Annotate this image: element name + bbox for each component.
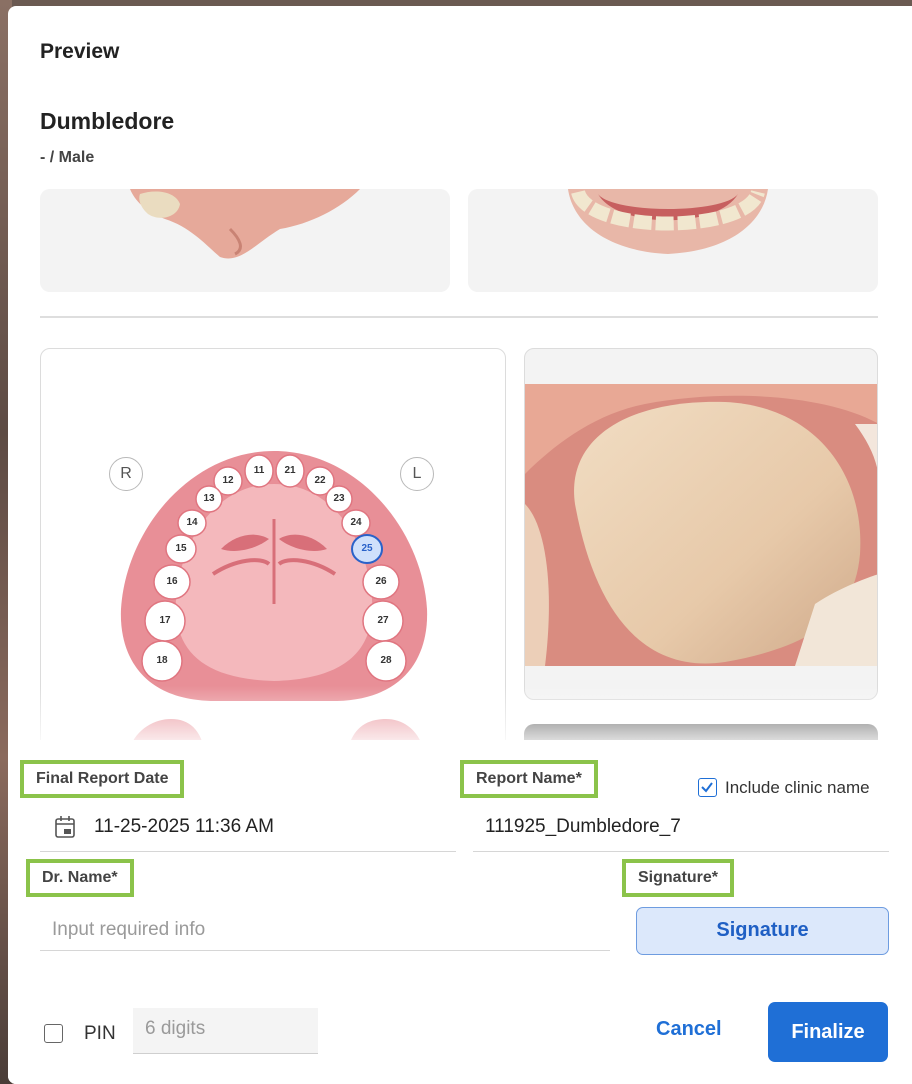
tooth-28[interactable]: 28 bbox=[373, 654, 399, 668]
signature-button[interactable]: Signature bbox=[636, 907, 889, 955]
pin-input[interactable]: 6 digits bbox=[133, 1008, 318, 1054]
tooth-23[interactable]: 23 bbox=[326, 492, 352, 506]
include-clinic-label[interactable]: Include clinic name bbox=[725, 778, 870, 798]
preview-dialog: Preview Dumbledore - / Male R L 11 12 13… bbox=[8, 6, 912, 1084]
signature-label: Signature* bbox=[622, 859, 735, 897]
calendar-icon[interactable] bbox=[54, 815, 76, 839]
dr-name-underline bbox=[40, 950, 610, 951]
tooth-21[interactable]: 21 bbox=[277, 464, 303, 478]
final-report-date-value[interactable]: 11-25-2025 11:36 AM bbox=[94, 816, 274, 838]
tooth-25-selected[interactable]: 25 bbox=[354, 542, 380, 556]
section-divider bbox=[40, 316, 878, 318]
tooth-15[interactable]: 15 bbox=[168, 542, 194, 556]
tooth-27[interactable]: 27 bbox=[370, 614, 396, 628]
date-underline bbox=[40, 851, 456, 852]
report-form: Final Report Date 11-25-2025 11:36 AM Re… bbox=[8, 740, 912, 1084]
report-name-underline bbox=[473, 851, 889, 852]
pin-checkbox[interactable] bbox=[44, 1024, 63, 1043]
tooth-24[interactable]: 24 bbox=[343, 516, 369, 530]
dialog-title: Preview bbox=[40, 40, 120, 63]
report-name-label: Report Name* bbox=[460, 760, 598, 798]
patient-name: Dumbledore bbox=[40, 108, 175, 134]
scan-image-upper bbox=[468, 189, 878, 292]
tooth-11[interactable]: 11 bbox=[246, 464, 272, 478]
tooth-17[interactable]: 17 bbox=[152, 614, 178, 628]
dr-name-label: Dr. Name* bbox=[26, 859, 134, 897]
intraoral-photo-card bbox=[524, 348, 878, 700]
finalize-button[interactable]: Finalize bbox=[768, 1002, 888, 1062]
tooth-13[interactable]: 13 bbox=[196, 492, 222, 506]
final-report-date-label: Final Report Date bbox=[20, 760, 185, 798]
cancel-button[interactable]: Cancel bbox=[656, 1018, 722, 1041]
tooth-12[interactable]: 12 bbox=[215, 474, 241, 488]
tooth-14[interactable]: 14 bbox=[179, 516, 205, 530]
dr-name-input[interactable]: Input required info bbox=[52, 919, 205, 941]
report-name-input[interactable]: 111925_Dumbledore_7 bbox=[485, 816, 681, 838]
include-clinic-checkbox[interactable] bbox=[698, 778, 717, 797]
check-icon bbox=[701, 782, 713, 793]
tooth-18[interactable]: 18 bbox=[149, 654, 175, 668]
tooth-26[interactable]: 26 bbox=[368, 575, 394, 589]
preview-scroll-area[interactable]: R L 11 12 13 14 15 16 17 18 21 22 23 24 … bbox=[8, 189, 912, 749]
patient-meta: - / Male bbox=[40, 149, 95, 166]
tooth-22[interactable]: 22 bbox=[307, 474, 333, 488]
scan-image-lower bbox=[40, 189, 450, 292]
tooth-16[interactable]: 16 bbox=[159, 575, 185, 589]
intraoral-photo bbox=[525, 384, 877, 666]
pin-label: PIN bbox=[84, 1023, 116, 1044]
